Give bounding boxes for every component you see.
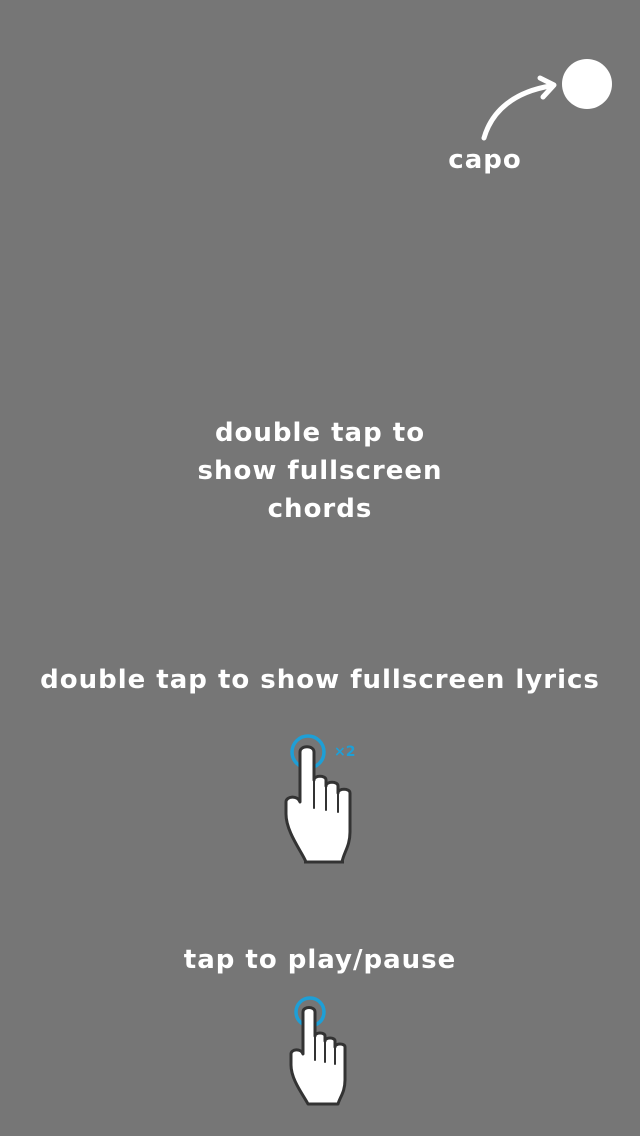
double-tap-badge: ×2 — [334, 744, 355, 760]
play-pause-hint: tap to play/pause — [183, 945, 457, 975]
curved-arrow-icon — [481, 75, 557, 141]
tap-hand-icon — [289, 996, 347, 1106]
double-tap-hand-icon: ×2 — [284, 734, 355, 864]
fullscreen-lyrics-hint: double tap to show fullscreen lyrics — [40, 665, 600, 695]
fullscreen-chords-hint: double tap to show fullscreen chords — [197, 418, 443, 524]
capo-label: capo — [448, 145, 522, 175]
